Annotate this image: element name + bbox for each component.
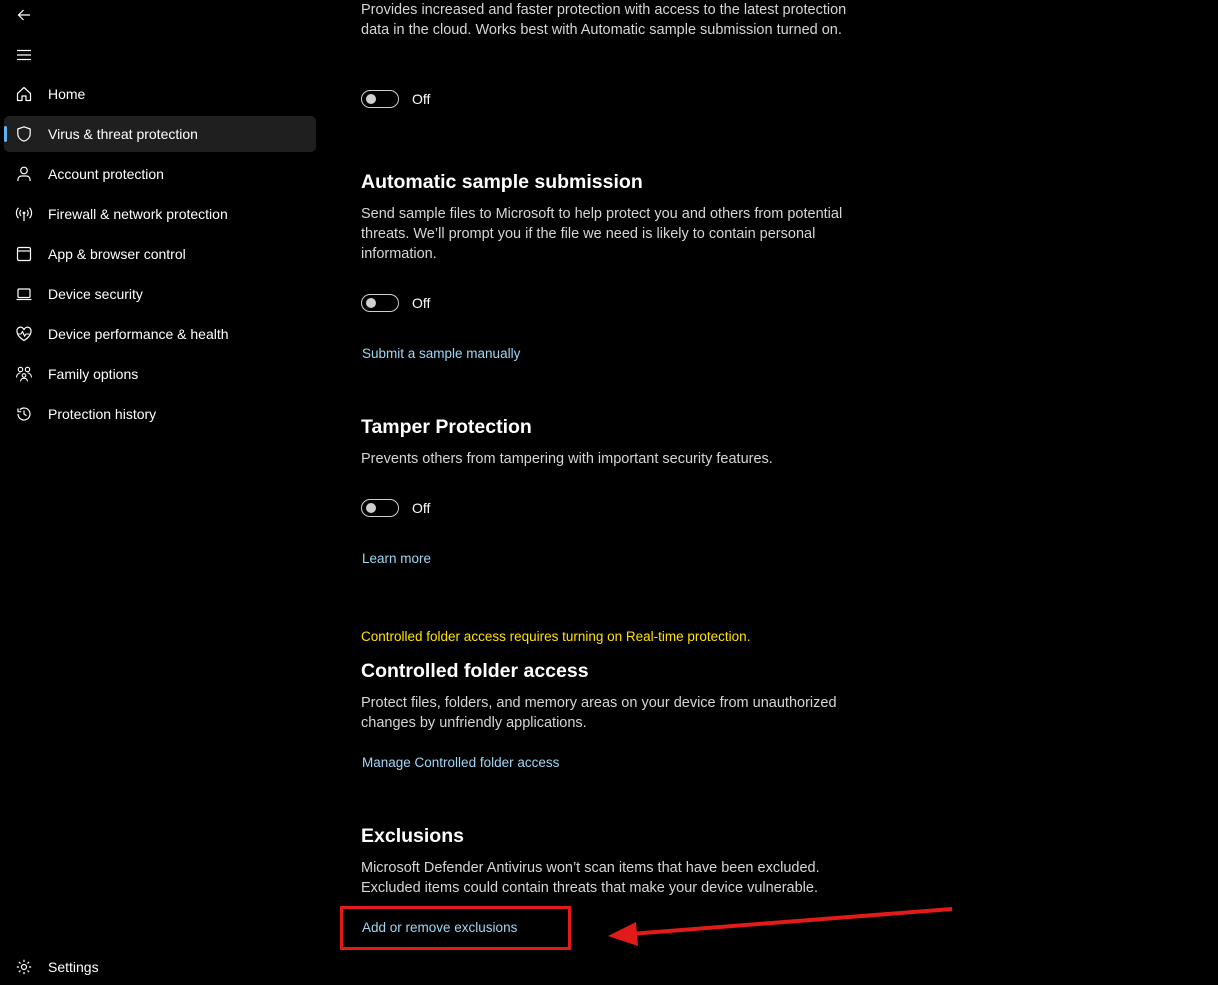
sample-submission-toggle-row: Off [361,293,430,313]
toggle-knob [366,298,376,308]
annotation-highlight-box [340,906,571,950]
tamper-protection-toggle[interactable] [361,499,399,517]
tamper-protection-toggle-row: Off [361,498,430,518]
learn-more-link[interactable]: Learn more [362,550,431,568]
sample-submission-toggle-label: Off [412,295,431,311]
sample-submission-title: Automatic sample submission [361,171,643,193]
exclusions-description: Microsoft Defender Antivirus won’t scan … [361,860,820,896]
tamper-protection-title: Tamper Protection [361,416,532,438]
manage-controlled-folder-access-link[interactable]: Manage Controlled folder access [362,754,559,772]
toggle-knob [366,503,376,513]
tamper-protection-description: Prevents others from tampering with impo… [361,451,773,467]
sample-submission-toggle[interactable] [361,294,399,312]
main-content: Provides increased and faster protection… [0,0,1218,979]
controlled-folder-description: Protect files, folders, and memory areas… [361,695,837,731]
controlled-folder-title: Controlled folder access [361,660,589,682]
annotation-arrow [608,907,953,946]
cloud-protection-toggle[interactable] [361,90,399,108]
annotation-arrow-head [608,922,638,946]
sample-submission-description: Send sample files to Microsoft to help p… [361,206,843,262]
submit-sample-manually-link[interactable]: Submit a sample manually [362,345,520,363]
controlled-folder-warning: Controlled folder access requires turnin… [361,629,751,644]
exclusions-title: Exclusions [361,825,464,847]
tamper-protection-toggle-label: Off [412,500,431,516]
toggle-knob [366,94,376,104]
annotation-arrow-line [629,907,953,936]
cloud-protection-toggle-label: Off [412,91,431,107]
cloud-protection-toggle-row: Off [361,89,430,109]
cloud-protection-description: Provides increased and faster protection… [361,2,847,38]
